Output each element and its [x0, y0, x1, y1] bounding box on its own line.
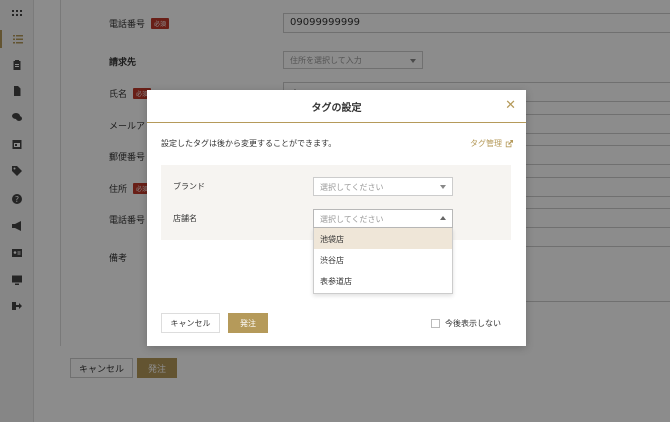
modal-description: 設定したタグは後から変更することができます。: [161, 139, 337, 148]
brand-select[interactable]: 選択してください: [313, 177, 453, 196]
dont-show-again-checkbox[interactable]: 今後表示しない: [431, 318, 501, 329]
store-label: 店舗名: [173, 214, 197, 223]
store-option[interactable]: 池袋店: [314, 228, 452, 249]
brand-select-placeholder: 選択してください: [320, 183, 384, 192]
store-dropdown-list: 池袋店 渋谷店 表参道店: [313, 228, 453, 294]
external-link-icon: [505, 139, 513, 147]
chevron-down-icon: [440, 185, 446, 189]
checkbox-box[interactable]: [431, 319, 440, 328]
store-option[interactable]: 渋谷店: [314, 249, 452, 270]
tag-manage-label: タグ管理: [470, 139, 502, 148]
modal-cancel-button[interactable]: キャンセル: [161, 313, 220, 333]
modal-order-button[interactable]: 発注: [228, 313, 268, 333]
chevron-up-icon: [440, 216, 446, 220]
modal-title: タグの設定: [311, 102, 362, 114]
brand-label: ブランド: [173, 182, 205, 191]
store-select-placeholder: 選択してください: [320, 215, 384, 224]
store-select[interactable]: 選択してください: [313, 209, 453, 228]
close-icon[interactable]: ✕: [505, 99, 516, 113]
tag-manage-link[interactable]: タグ管理: [470, 138, 513, 149]
tag-settings-modal: タグの設定 ✕ 設定したタグは後から変更することができます。 タグ管理 ブランド…: [147, 90, 526, 346]
dont-show-again-label: 今後表示しない: [445, 319, 501, 328]
store-option[interactable]: 表参道店: [314, 270, 452, 291]
modal-header: タグの設定 ✕: [147, 90, 526, 123]
